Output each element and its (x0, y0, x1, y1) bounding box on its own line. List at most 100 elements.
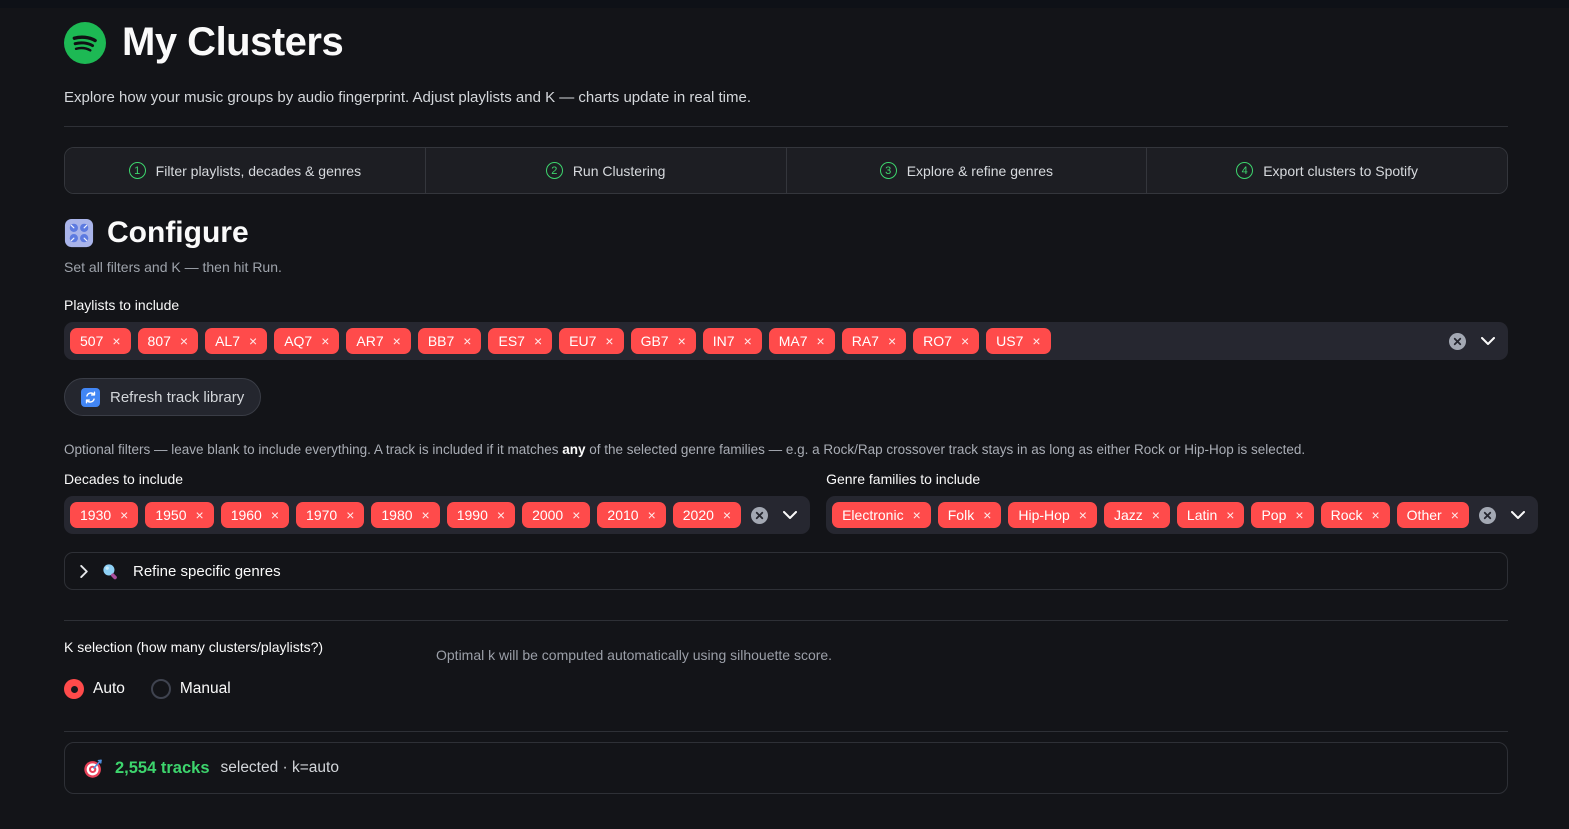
expander-label: Refine specific genres (133, 562, 281, 580)
playlists-tags: 507 × 807 × AL7 × AQ7 × AR7 × BB7 × ES7 … (70, 328, 1439, 354)
status-bar: 2,554 tracks selected · k=auto (64, 742, 1508, 794)
tag-remove-icon[interactable]: × (961, 334, 969, 348)
radio-icon (64, 679, 84, 699)
tag-label: Other (1406, 507, 1442, 523)
stepper-step[interactable]: 4 Export clusters to Spotify (1147, 148, 1507, 193)
spotify-logo-icon (64, 21, 106, 64)
playlist-tag: AL7 × (205, 328, 268, 354)
k-hint: Optimal k will be computed automatically… (436, 647, 833, 663)
clear-all-icon[interactable] (751, 506, 769, 524)
refine-genres-expander[interactable]: Refine specific genres (64, 552, 1508, 590)
tag-remove-icon[interactable]: × (1451, 508, 1459, 522)
page: My Clusters Explore how your music group… (0, 20, 1569, 794)
tag-remove-icon[interactable]: × (648, 508, 656, 522)
step-number-icon: 3 (879, 162, 897, 179)
tag-remove-icon[interactable]: × (1032, 334, 1040, 348)
tag-remove-icon[interactable]: × (180, 334, 188, 348)
tag-label: RO7 (923, 333, 952, 349)
genre-tag: Pop × (1251, 502, 1314, 528)
refresh-icon (81, 387, 100, 407)
decade-tag: 2000 × (522, 502, 591, 528)
tag-label: Rock (1330, 507, 1363, 523)
multiselect-controls (741, 506, 798, 524)
playlist-tag: US7 × (986, 328, 1051, 354)
tag-remove-icon[interactable]: × (913, 508, 921, 522)
tag-label: 507 (80, 333, 104, 349)
page-title: My Clusters (122, 20, 344, 64)
tag-label: BB7 (427, 333, 455, 349)
step-label: Explore & refine genres (906, 162, 1054, 179)
decades-multiselect[interactable]: 1930 × 1950 × 1960 × 1970 × 1980 × 1990 … (64, 496, 811, 534)
tag-remove-icon[interactable]: × (1079, 508, 1087, 522)
tag-remove-icon[interactable]: × (497, 508, 505, 522)
tag-label: ES7 (498, 333, 525, 349)
multiselect-controls (1439, 332, 1495, 350)
tag-remove-icon[interactable]: × (321, 334, 329, 348)
tag-remove-icon[interactable]: × (196, 508, 204, 522)
tag-remove-icon[interactable]: × (1226, 508, 1234, 522)
filters-columns: Decades to include 1930 × 1950 × 1960 × … (64, 471, 1538, 534)
chevron-down-icon[interactable] (783, 511, 798, 519)
playlist-tag: ES7 × (488, 328, 553, 354)
stepper-step[interactable]: 2 Run Clustering (425, 148, 787, 193)
magnifier-icon (101, 562, 120, 581)
step-number-icon: 1 (128, 162, 146, 179)
chevron-down-icon[interactable] (1481, 337, 1495, 345)
playlists-multiselect[interactable]: 507 × 807 × AL7 × AQ7 × AR7 × BB7 × ES7 … (64, 322, 1508, 360)
note-bold-text: any (562, 442, 586, 457)
step-label: Run Clustering (572, 162, 666, 179)
stepper-step[interactable]: 1 Filter playlists, decades & genres (65, 148, 426, 193)
radio-label: Auto (93, 680, 125, 697)
tag-remove-icon[interactable]: × (678, 334, 686, 348)
decade-tag: 1960 × (220, 502, 290, 528)
playlist-tag: RA7 × (841, 328, 907, 354)
tag-label: 2020 (682, 507, 714, 523)
app-header-strip (0, 0, 1569, 8)
divider (64, 731, 1508, 732)
status-track-count: 2,554 tracks (115, 758, 210, 777)
tag-label: Jazz (1113, 507, 1143, 523)
divider (64, 126, 1508, 127)
tag-remove-icon[interactable]: × (605, 334, 613, 348)
stepper-step[interactable]: 3 Explore & refine genres (786, 148, 1148, 193)
tag-remove-icon[interactable]: × (1295, 508, 1303, 522)
tag-label: 1970 (306, 507, 338, 523)
tag-remove-icon[interactable]: × (744, 334, 752, 348)
tag-remove-icon[interactable]: × (112, 334, 120, 348)
k-selection-section: K selection (how many clusters/playlists… (64, 639, 1508, 699)
chevron-down-icon[interactable] (1510, 511, 1525, 519)
tag-remove-icon[interactable]: × (723, 508, 731, 522)
radio-icon (150, 679, 171, 699)
tag-label: 807 (147, 333, 171, 349)
tag-label: RA7 (851, 333, 879, 349)
clear-all-icon[interactable] (1449, 332, 1466, 350)
genres-multiselect[interactable]: Electronic × Folk × Hip-Hop × Jazz × Lat… (826, 496, 1538, 534)
tag-remove-icon[interactable]: × (463, 334, 471, 348)
tag-remove-icon[interactable]: × (393, 334, 401, 348)
radio-option[interactable]: Auto (64, 679, 125, 699)
playlist-tag: RO7 × (913, 328, 980, 354)
tag-remove-icon[interactable]: × (1371, 508, 1379, 522)
tag-remove-icon[interactable]: × (422, 508, 430, 522)
tag-remove-icon[interactable]: × (983, 508, 991, 522)
k-selection-label: K selection (how many clusters/playlists… (64, 639, 324, 655)
tag-remove-icon[interactable]: × (271, 508, 279, 522)
tag-remove-icon[interactable]: × (888, 334, 896, 348)
step-label: Export clusters to Spotify (1263, 162, 1419, 179)
tag-label: 1950 (155, 507, 187, 523)
k-mode-radio-group: Auto Manual (64, 679, 1508, 699)
tag-remove-icon[interactable]: × (249, 334, 257, 348)
refresh-track-library-button[interactable]: Refresh track library (64, 378, 262, 416)
tag-label: 1990 (456, 507, 488, 523)
clear-all-icon[interactable] (1478, 506, 1496, 524)
tag-remove-icon[interactable]: × (120, 508, 128, 522)
refresh-button-label: Refresh track library (110, 388, 245, 406)
tag-remove-icon[interactable]: × (346, 508, 354, 522)
radio-option[interactable]: Manual (150, 679, 231, 699)
tag-remove-icon[interactable]: × (817, 334, 825, 348)
tag-remove-icon[interactable]: × (534, 334, 542, 348)
tag-remove-icon[interactable]: × (1152, 508, 1160, 522)
divider (64, 620, 1508, 621)
tag-label: AR7 (356, 333, 384, 349)
tag-remove-icon[interactable]: × (572, 508, 580, 522)
